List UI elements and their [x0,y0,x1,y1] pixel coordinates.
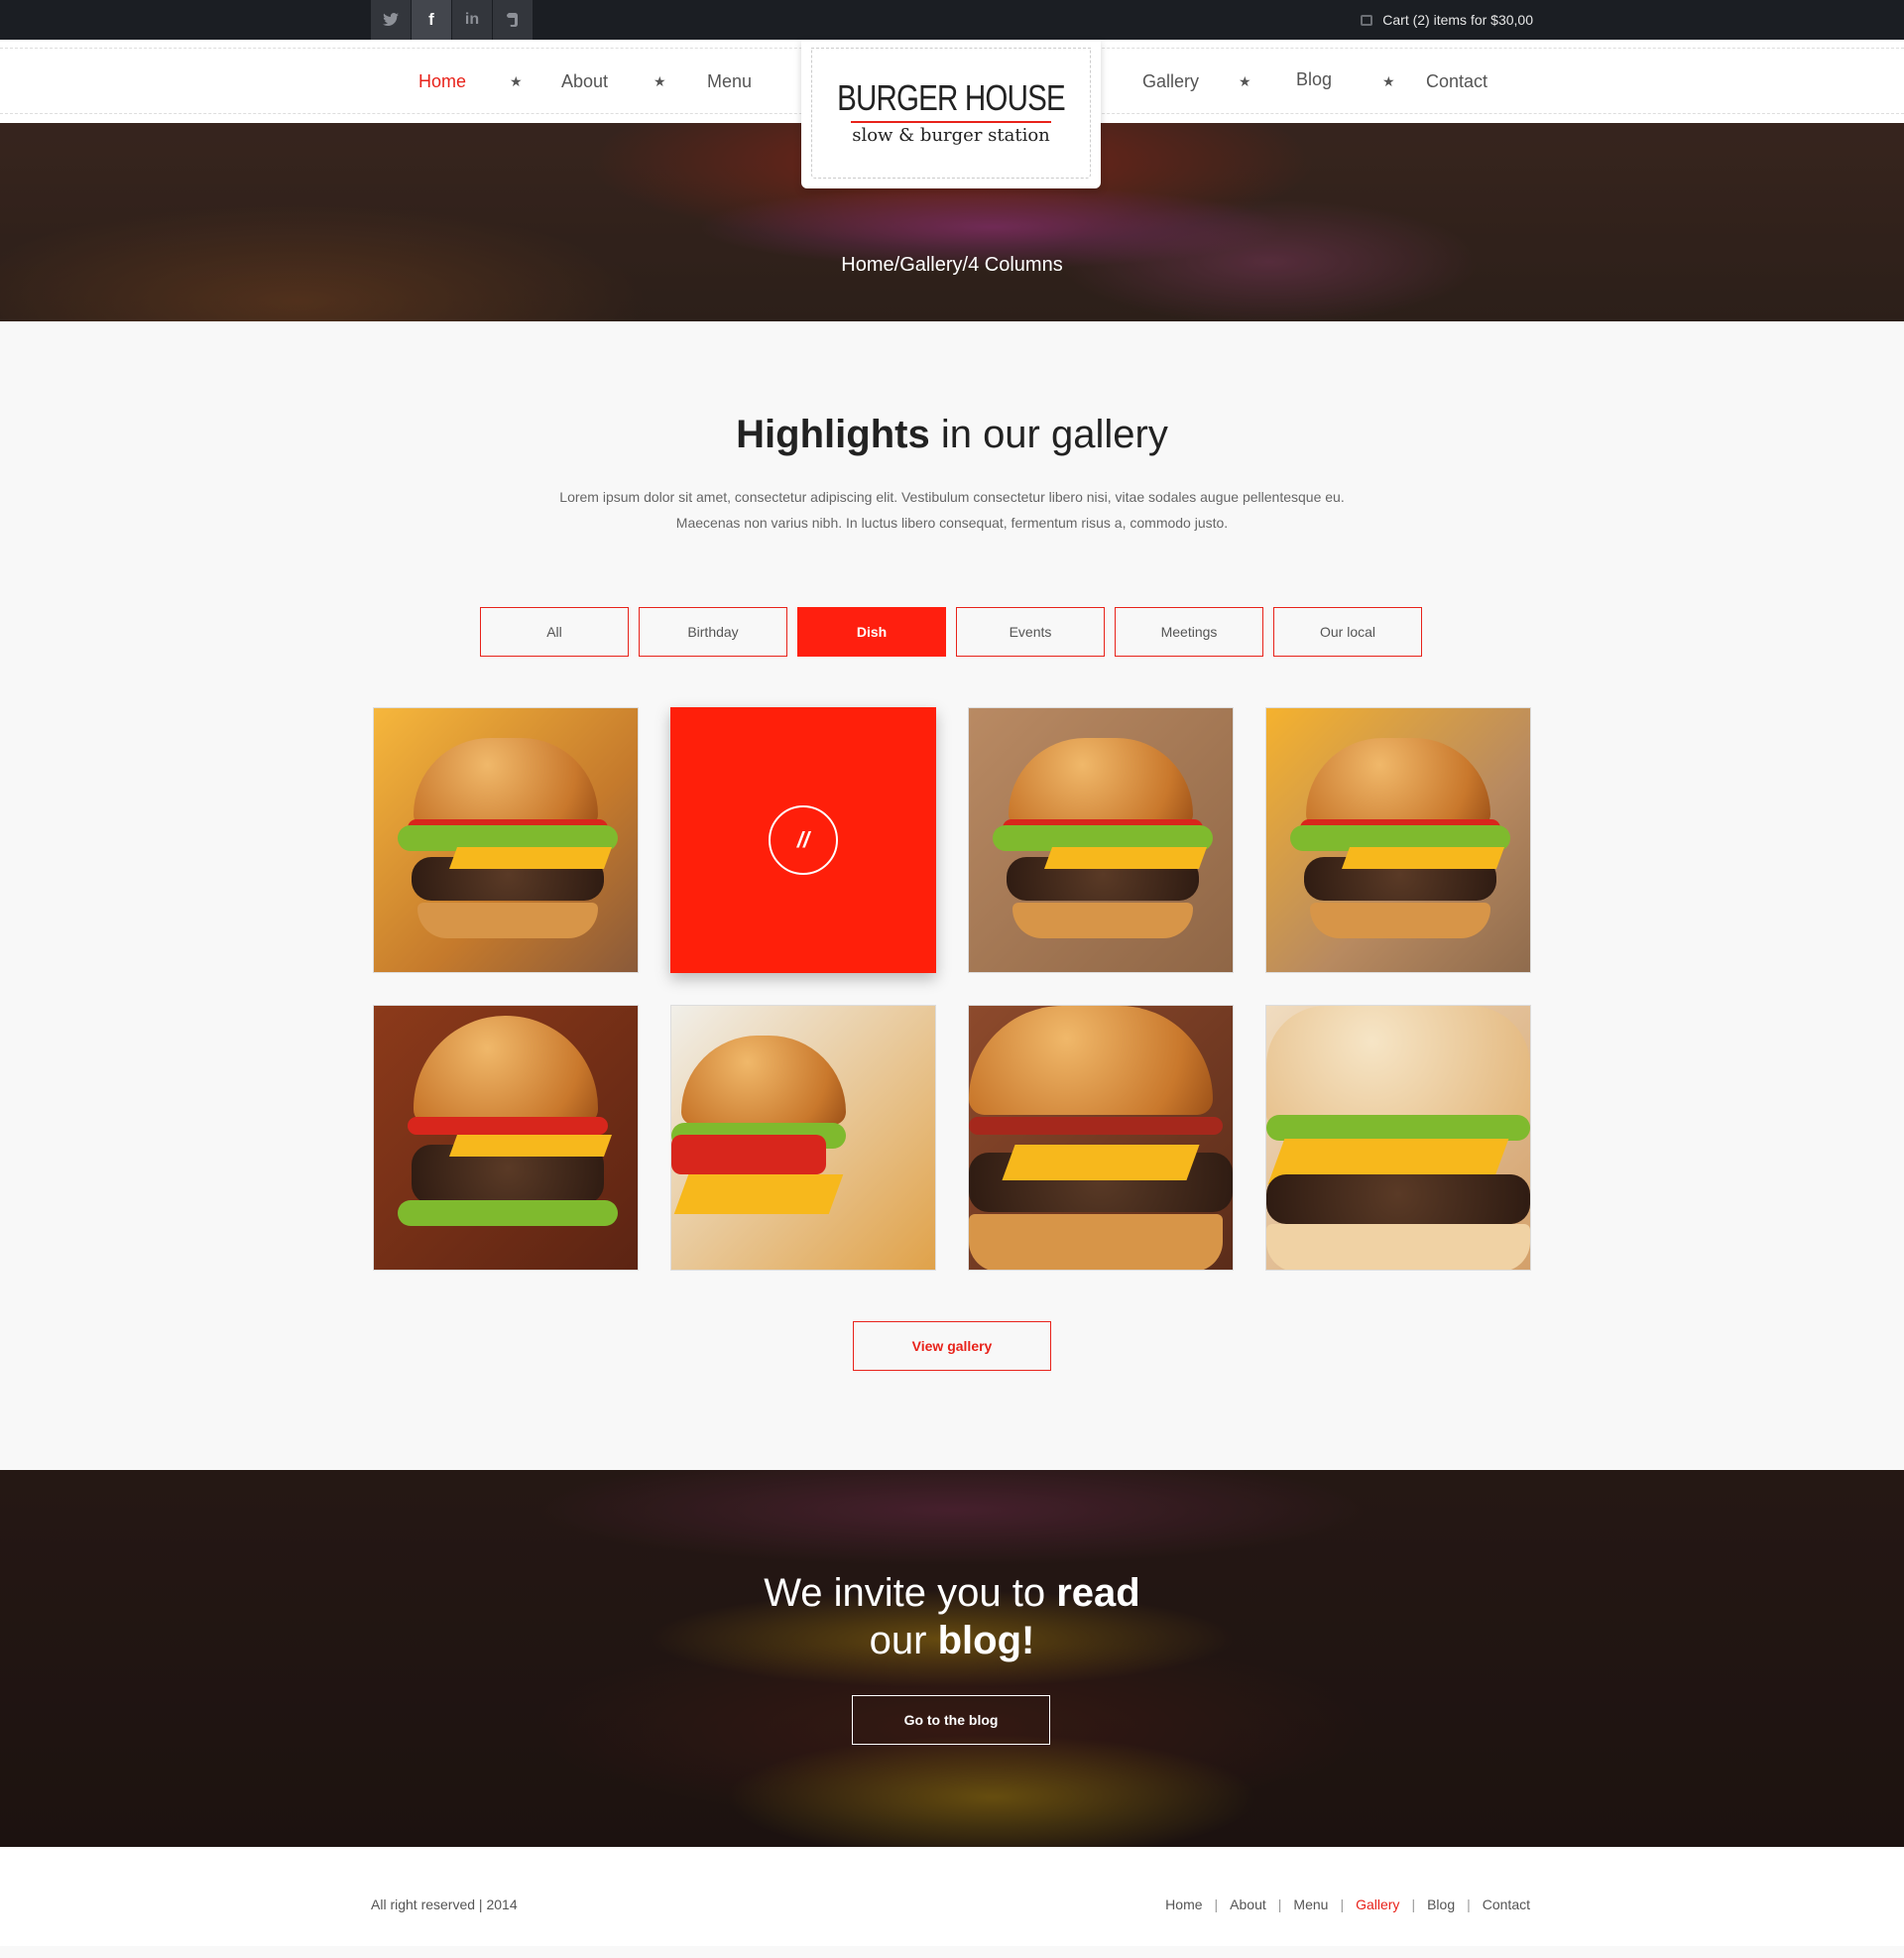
logo-subtitle: slow & burger station [852,125,1050,146]
burger-bun [414,738,598,827]
footer-separator: | [1411,1897,1416,1912]
burger-cheese [448,1135,613,1157]
burger-cheese [673,1174,844,1214]
linkedin-icon[interactable]: in [452,0,492,40]
burger-tomato [408,1117,608,1135]
footer-link-contact[interactable]: Contact [1483,1897,1530,1912]
gallery-image[interactable] [1265,707,1531,973]
burger-cheese [448,847,613,869]
gallery-image[interactable] [670,1005,936,1271]
footer-link-gallery[interactable]: Gallery [1356,1897,1399,1912]
burger-bun [681,1036,846,1125]
blog-banner-line2: our blog! [0,1617,1904,1664]
gallery-title: Highlights in our gallery [0,413,1904,457]
filter-events[interactable]: Events [956,607,1105,657]
nav-item-blog[interactable]: Blog [1296,69,1332,90]
nav-item-gallery[interactable]: Gallery [1142,71,1199,92]
burger-bacon [969,1117,1223,1135]
banner-text-bold: read [1056,1571,1140,1615]
blog-banner-line1: We invite you to read [0,1569,1904,1617]
go-to-blog-button[interactable]: Go to the blog [852,1695,1050,1745]
star-separator-icon: ★ [1239,73,1251,89]
facebook-icon[interactable]: f [412,0,451,40]
footer-link-about[interactable]: About [1230,1897,1266,1912]
nav-item-about[interactable]: About [561,71,608,92]
footer-link-menu[interactable]: Menu [1293,1897,1328,1912]
burger-patty [1266,1174,1530,1224]
filter-all[interactable]: All [480,607,629,657]
footer-link-blog[interactable]: Blog [1427,1897,1455,1912]
burger-bottom-bun [1266,1224,1530,1270]
cart-summary[interactable]: Cart (2) items for $30,00 [1361,12,1533,28]
nav-item-menu[interactable]: Menu [707,71,752,92]
link-icon[interactable]: // [769,805,838,875]
gallery-description-line: Lorem ipsum dolor sit amet, consectetur … [559,489,1345,505]
star-separator-icon: ★ [654,73,666,89]
burger-cheese [1002,1145,1200,1180]
star-separator-icon: ★ [510,73,523,89]
gallery-title-bold: Highlights [736,413,930,456]
nav-item-home[interactable]: Home [418,71,466,92]
filter-meetings[interactable]: Meetings [1115,607,1263,657]
evernote-icon[interactable] [493,0,533,40]
gallery-image[interactable] [968,707,1234,973]
blog-banner: We invite you to read our blog! Go to th… [0,1470,1904,1847]
logo-badge[interactable]: BURGER HOUSE slow & burger station [801,40,1101,188]
footer-links: Home | About | Menu | Gallery | Blog | Contac… [1165,1897,1530,1912]
gallery-filters: All Birthday Dish Events Meetings Our lo… [480,607,1432,657]
burger-lettuce [1266,1115,1530,1141]
star-separator-icon: ★ [1382,73,1395,89]
gallery-image[interactable] [373,707,639,973]
burger-bun [414,1016,598,1125]
banner-text-light: our [869,1619,938,1662]
logo-title: BURGER HOUSE [837,77,1065,118]
breadcrumb: Home/Gallery/4 Columns [841,254,1063,276]
footer-separator: | [1214,1897,1219,1912]
burger-bun [1009,738,1193,827]
burger-bottom-bun [1012,903,1193,938]
twitter-icon[interactable] [371,0,411,40]
blog-banner-title: We invite you to read our blog! [0,1569,1904,1664]
filter-birthday[interactable]: Birthday [639,607,787,657]
burger-cheese [1341,847,1505,869]
top-bar: f in Cart (2) items for $30,00 [0,0,1904,40]
cart-text: Cart (2) items for $30,00 [1382,12,1533,28]
burger-cheese [1043,847,1208,869]
footer-link-home[interactable]: Home [1165,1897,1202,1912]
gallery-image[interactable] [1265,1005,1531,1271]
footer-separator: | [1277,1897,1282,1912]
burger-bottom-bun [417,903,598,938]
view-gallery-button[interactable]: View gallery [853,1321,1051,1371]
burger-tomato [671,1135,826,1174]
footer-separator: | [1340,1897,1345,1912]
cart-icon [1361,14,1373,26]
footer-separator: | [1467,1897,1471,1912]
nav-item-contact[interactable]: Contact [1426,71,1488,92]
filter-dish[interactable]: Dish [797,607,946,657]
gallery-image-hovered[interactable]: // [670,707,936,973]
copyright: All right reserved | 2014 [371,1897,518,1912]
burger-bottom-bun [1310,903,1490,938]
footer: All right reserved | 2014 Home | About | M… [0,1847,1904,1946]
gallery-description: Lorem ipsum dolor sit amet, consectetur … [516,484,1388,536]
gallery-image[interactable] [968,1005,1234,1271]
burger-bun [969,1006,1213,1115]
burger-bun [1306,738,1490,827]
burger-lettuce [398,1200,618,1226]
gallery-description-line: Maecenas non varius nibh. In luctus libe… [675,515,1229,531]
burger-bottom-bun [969,1214,1223,1270]
banner-text-light: We invite you to [764,1571,1057,1615]
burger-bun [1266,1006,1530,1125]
banner-text-bold: blog! [937,1619,1035,1662]
gallery-title-rest: in our gallery [929,413,1168,456]
social-links: f in [371,0,534,40]
logo-underline [851,121,1051,123]
gallery-image[interactable] [373,1005,639,1271]
filter-our-local[interactable]: Our local [1273,607,1422,657]
